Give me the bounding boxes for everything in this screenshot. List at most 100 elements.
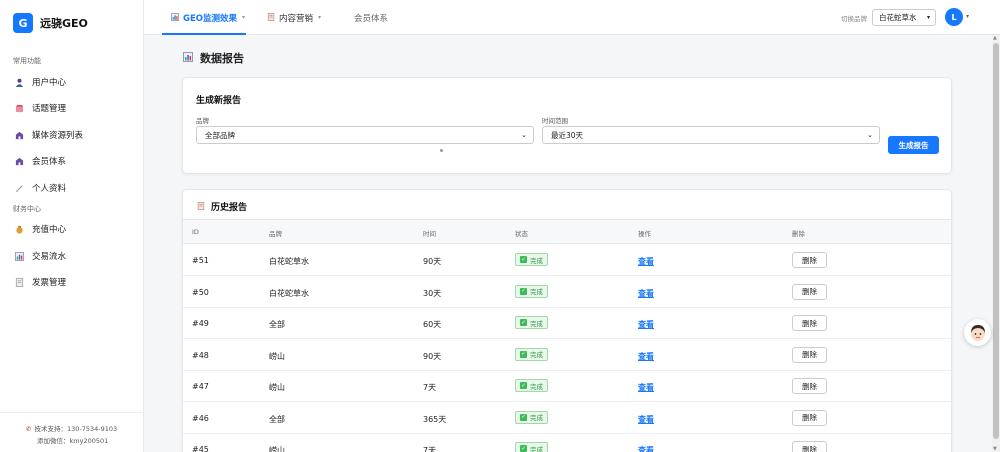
cell-id: #47 — [192, 382, 209, 391]
history-report-card: 历史报告 ID 品牌 时间 状态 操作 删除 #51 白花蛇草水 90天 ✓ 完成 查看删… — [182, 189, 952, 452]
sidebar-footer: ✆ 技术支持：130-7534-9103 添加微信：kmy200501 — [0, 412, 144, 452]
support-text: 技术支持：130-7534-9103 — [34, 425, 118, 433]
tab-label: 内容营销 — [279, 13, 314, 24]
status-text: 完成 — [530, 256, 543, 265]
user-icon — [14, 77, 24, 87]
time-range-value: 最近30天 — [551, 130, 584, 140]
column-header-id: ID — [192, 228, 199, 236]
sidebar-item-recharge[interactable]: 充值中心 — [14, 220, 134, 238]
sidebar: G 远骁GEO 常用功能 用户中心 话题管理 媒体资源列表 会员体系 个人资料 … — [0, 0, 144, 452]
delete-button[interactable]: 删除 — [792, 252, 827, 268]
column-header-delete: 删除 — [792, 230, 805, 238]
page-title: 数据报告 — [183, 50, 244, 66]
cell-id: #46 — [192, 413, 209, 423]
sidebar-item-topics[interactable]: 话题管理 — [14, 99, 134, 117]
status-text: 完成 — [530, 351, 543, 359]
brand-select[interactable]: 全部品牌 ⌄ — [196, 126, 534, 144]
generate-report-card: 生成新报告 品牌 全部品牌 ⌄ 时间范围 最近30天 ⌄ 生成报告 — [182, 77, 952, 174]
table-row: #46 全部 365天 ✓ 完成 查看 删除 — [183, 403, 951, 434]
cell-id: #51 — [192, 256, 209, 265]
view-link[interactable]: 查看 — [638, 414, 654, 425]
page-scrollbar[interactable]: ▲ ▼ — [992, 35, 1000, 452]
scroll-thumb[interactable] — [993, 43, 999, 439]
wechat-line: 添加微信：kmy200501 — [37, 437, 109, 445]
scroll-up-arrow-icon[interactable]: ▲ — [993, 35, 997, 41]
avatar[interactable]: L — [945, 8, 963, 26]
sidebar-item-label: 用户中心 — [32, 78, 67, 88]
tab-content-marketing[interactable]: 内容营销 ▾ — [267, 0, 321, 35]
view-link[interactable]: 查看 — [638, 382, 654, 393]
delete-button[interactable]: 删除 — [792, 283, 827, 300]
delete-button[interactable]: 删除 — [792, 346, 827, 363]
chevron-down-icon: ▾ — [242, 14, 246, 21]
logo[interactable]: G 远骁GEO — [13, 13, 88, 33]
table-row: #48 崂山 90天 ✓ 完成 查看 删除 — [183, 340, 951, 371]
status-badge: ✓ 完成 — [515, 284, 548, 298]
sidebar-item-label: 会员体系 — [32, 157, 67, 167]
topic-icon — [14, 103, 24, 113]
time-range-select[interactable]: 最近30天 ⌄ — [542, 126, 880, 144]
assistant-avatar-icon — [970, 324, 985, 341]
table-row: #45 崂山 7天 ✓ 完成 查看 删除 — [183, 434, 951, 452]
delete-button[interactable]: 删除 — [792, 378, 827, 394]
cell-time: 7天 — [423, 446, 437, 452]
scroll-down-arrow-icon[interactable]: ▼ — [993, 446, 997, 452]
app-name: 远骁GEO — [40, 17, 88, 30]
cell-id: #48 — [192, 350, 209, 360]
cell-id: #45 — [192, 445, 209, 452]
check-icon: ✓ — [520, 382, 527, 389]
sidebar-item-media[interactable]: 媒体资源列表 — [14, 126, 134, 144]
view-link[interactable]: 查看 — [638, 351, 654, 362]
moneybag-icon — [14, 224, 24, 234]
assistant-avatar-button[interactable] — [964, 319, 991, 346]
chevron-down-icon: ⌄ — [521, 131, 527, 139]
chart-icon — [171, 12, 179, 23]
chart-icon — [183, 51, 193, 65]
status-badge: ✓ 完成 — [515, 410, 548, 424]
media-icon — [14, 130, 24, 140]
delete-button[interactable]: 删除 — [792, 409, 827, 426]
cell-brand: 崂山 — [269, 383, 285, 392]
cell-time: 90天 — [423, 351, 442, 361]
sidebar-item-membership[interactable]: 会员体系 — [14, 152, 134, 170]
cell-time: 30天 — [423, 288, 442, 298]
generate-report-button[interactable]: 生成报告 — [888, 136, 939, 154]
check-icon: ✓ — [520, 256, 527, 263]
delete-button[interactable]: 删除 — [792, 315, 827, 331]
logo-icon: G — [13, 13, 33, 33]
status-badge: ✓ 完成 — [515, 253, 548, 266]
sidebar-item-label: 媒体资源列表 — [32, 131, 84, 141]
section-label-common: 常用功能 — [13, 57, 41, 65]
sidebar-item-label: 发票管理 — [32, 278, 67, 288]
view-link[interactable]: 查看 — [638, 288, 654, 299]
tab-membership[interactable]: 会员体系 — [354, 0, 388, 35]
cell-brand: 白花蛇草水 — [269, 257, 309, 266]
cell-time: 60天 — [423, 320, 442, 329]
profile-icon — [14, 183, 24, 193]
document-icon — [197, 201, 205, 212]
generate-title: 生成新报告 — [196, 96, 242, 106]
table-row: #47 崂山 7天 ✓ 完成 查看 删除 — [183, 371, 951, 402]
sidebar-item-invoices[interactable]: 发票管理 — [14, 273, 134, 291]
sidebar-item-transactions[interactable]: 交易流水 — [14, 247, 134, 265]
column-header-brand: 品牌 — [269, 230, 282, 238]
cell-brand: 崂山 — [269, 446, 285, 452]
view-link[interactable]: 查看 — [638, 319, 654, 330]
chevron-down-icon[interactable]: ▾ — [966, 13, 969, 20]
check-icon: ✓ — [520, 413, 527, 421]
brand-field-label: 品牌 — [196, 117, 209, 125]
delete-button[interactable]: 删除 — [792, 441, 827, 452]
cell-time: 90天 — [423, 257, 442, 266]
tab-label: 会员体系 — [354, 13, 389, 24]
view-link[interactable]: 查看 — [638, 256, 654, 267]
sidebar-item-user-center[interactable]: 用户中心 — [14, 73, 134, 91]
view-link[interactable]: 查看 — [638, 445, 654, 452]
status-badge: ✓ 完成 — [515, 442, 548, 452]
sidebar-item-label: 交易流水 — [32, 252, 67, 262]
tab-geo-monitoring[interactable]: GEO监测效果 ▾ — [162, 0, 246, 35]
page-title-text: 数据报告 — [200, 52, 244, 65]
brand-switch-select[interactable]: 白花蛇草水 ▾ — [872, 9, 936, 26]
sidebar-item-profile[interactable]: 个人资料 — [14, 179, 134, 197]
chevron-down-icon: ▾ — [926, 14, 930, 21]
sidebar-item-label: 话题管理 — [32, 104, 67, 114]
